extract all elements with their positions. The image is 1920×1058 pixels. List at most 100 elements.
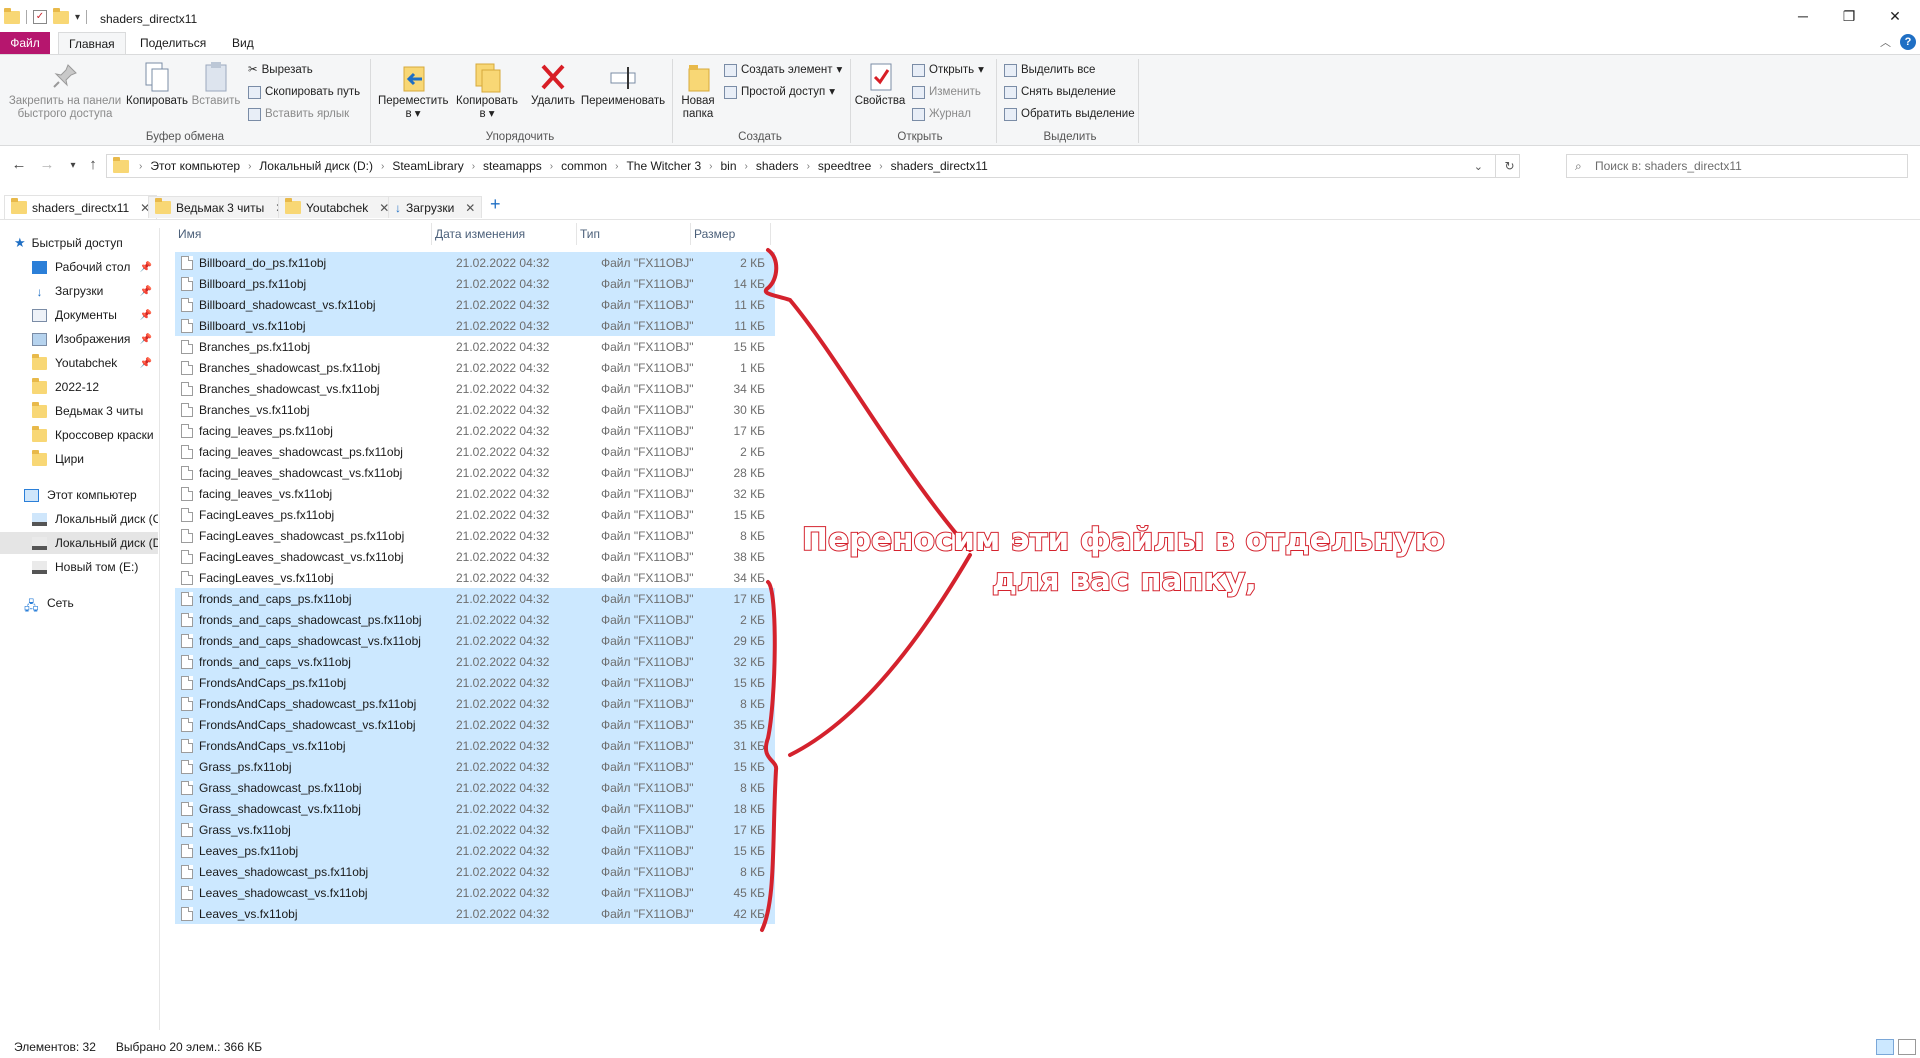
file-row[interactable]: Billboard_ps.fx11obj 21.02.2022 04:32 Файл… <box>175 273 775 294</box>
copy-to-button[interactable]: Копировать в ▾ <box>452 61 522 121</box>
details-view-icon[interactable] <box>1876 1039 1894 1055</box>
file-row[interactable]: facing_leaves_shadowcast_vs.fx11obj 21.02… <box>175 462 775 483</box>
recent-locations-button[interactable]: ▾ <box>62 160 84 171</box>
nav-drive-c[interactable]: Локальный диск (C:) <box>0 508 158 530</box>
close-button[interactable]: ✕ <box>1872 8 1918 28</box>
file-row[interactable]: FacingLeaves_shadowcast_vs.fx11obj 21.02.… <box>175 546 775 567</box>
breadcrumb-item[interactable]: Локальный диск (D:) <box>255 159 377 173</box>
file-row[interactable]: Leaves_shadowcast_vs.fx11obj 21.02.2022 0… <box>175 882 775 903</box>
tab-view[interactable]: Вид <box>222 32 264 54</box>
properties-button[interactable]: Свойства <box>852 61 908 108</box>
file-row[interactable]: FacingLeaves_ps.fx11obj 21.02.2022 04:32 Ф… <box>175 504 775 525</box>
new-item-button[interactable]: Создать элемент ▾ <box>724 61 842 79</box>
customize-qat-icon[interactable]: ▾ <box>75 12 80 23</box>
nav-network[interactable]: 🖧 Сеть <box>0 592 158 614</box>
file-row[interactable]: FrondsAndCaps_ps.fx11obj 21.02.2022 04:32… <box>175 672 775 693</box>
close-tab-icon[interactable]: ✕ <box>465 201 475 215</box>
help-icon[interactable]: ? <box>1900 34 1916 50</box>
file-row[interactable]: facing_leaves_shadowcast_ps.fx11obj 21.02… <box>175 441 775 462</box>
tab-youtabchek[interactable]: Youtabchek ✕ <box>278 196 397 218</box>
address-bar[interactable]: › Этот компьютер › Локальный диск (D:) › Stea… <box>106 154 1520 178</box>
select-none-button[interactable]: Снять выделение <box>1004 83 1116 101</box>
new-folder-button[interactable]: Новая папка <box>676 61 720 121</box>
properties-check-icon[interactable]: ✓ <box>33 10 47 24</box>
tab-home[interactable]: Главная <box>58 32 126 54</box>
invert-selection-button[interactable]: Обратить выделение <box>1004 105 1135 123</box>
file-row[interactable]: Leaves_vs.fx11obj 21.02.2022 04:32 Файл "F… <box>175 903 775 924</box>
breadcrumb-separator-icon[interactable]: › <box>546 161 557 172</box>
file-row[interactable]: fronds_and_caps_shadowcast_vs.fx11obj 21.… <box>175 630 775 651</box>
breadcrumb-separator-icon[interactable]: › <box>611 161 622 172</box>
breadcrumb-item[interactable]: common <box>557 159 611 173</box>
paste-button[interactable]: Вставить <box>188 61 244 108</box>
file-row[interactable]: Billboard_shadowcast_vs.fx11obj 21.02.202… <box>175 294 775 315</box>
nav-quick-access[interactable]: ★ Быстрый доступ <box>0 232 158 254</box>
file-row[interactable]: fronds_and_caps_shadowcast_ps.fx11obj 21.… <box>175 609 775 630</box>
breadcrumb-separator-icon[interactable]: › <box>377 161 388 172</box>
file-row[interactable]: Grass_ps.fx11obj 21.02.2022 04:32 Файл "FX… <box>175 756 775 777</box>
copy-path-button[interactable]: Скопировать путь <box>248 83 360 101</box>
breadcrumb-item[interactable]: The Witcher 3 <box>622 159 705 173</box>
history-button[interactable]: Журнал <box>912 105 971 123</box>
move-to-button[interactable]: Переместить в ▾ <box>378 61 448 121</box>
breadcrumb-separator-icon[interactable]: › <box>875 161 886 172</box>
nav-this-pc[interactable]: Этот компьютер <box>0 484 158 506</box>
paste-shortcut-button[interactable]: Вставить ярлык <box>248 105 349 123</box>
breadcrumb-item[interactable]: speedtree <box>814 159 875 173</box>
nav-ciri[interactable]: Цири <box>0 448 158 470</box>
back-button[interactable]: ← <box>8 156 30 173</box>
nav-crossover-paints[interactable]: Кроссовер краски <box>0 424 158 446</box>
minimize-button[interactable]: ─ <box>1780 8 1826 28</box>
copy-button[interactable]: Копировать <box>126 61 188 108</box>
file-row[interactable]: FrondsAndCaps_shadowcast_vs.fx11obj 21.02… <box>175 714 775 735</box>
nav-witcher-cheats[interactable]: Ведьмак 3 читы <box>0 400 158 422</box>
column-date[interactable]: Дата изменения <box>432 223 577 245</box>
file-row[interactable]: FacingLeaves_shadowcast_ps.fx11obj 21.02.… <box>175 525 775 546</box>
tab-witcher-cheats[interactable]: Ведьмак 3 читы ✕ <box>148 196 293 218</box>
file-row[interactable]: Branches_shadowcast_vs.fx11obj 21.02.2022… <box>175 378 775 399</box>
breadcrumb-separator-icon[interactable]: › <box>244 161 255 172</box>
nav-downloads[interactable]: ↓ Загрузки 📌 <box>0 280 158 302</box>
address-dropdown-icon[interactable]: ⌄ <box>1474 160 1483 173</box>
file-row[interactable]: Billboard_vs.fx11obj 21.02.2022 04:32 Файл… <box>175 315 775 336</box>
file-row[interactable]: Branches_vs.fx11obj 21.02.2022 04:32 Файл … <box>175 399 775 420</box>
column-name[interactable]: Имя <box>175 223 432 245</box>
breadcrumb-separator-icon[interactable]: › <box>803 161 814 172</box>
delete-button[interactable]: Удалить <box>528 61 578 108</box>
breadcrumb-item[interactable]: steamapps <box>479 159 546 173</box>
breadcrumb-item[interactable]: Этот компьютер <box>146 159 244 173</box>
file-row[interactable]: Grass_vs.fx11obj 21.02.2022 04:32 Файл "FX… <box>175 819 775 840</box>
restore-button[interactable]: ❐ <box>1826 8 1872 28</box>
large-icons-view-icon[interactable] <box>1898 1039 1916 1055</box>
open-button[interactable]: Открыть ▾ <box>912 61 984 79</box>
file-row[interactable]: Leaves_shadowcast_ps.fx11obj 21.02.2022 0… <box>175 861 775 882</box>
nav-documents[interactable]: Документы 📌 <box>0 304 158 326</box>
file-row[interactable]: FrondsAndCaps_shadowcast_ps.fx11obj 21.02… <box>175 693 775 714</box>
nav-2022-12[interactable]: 2022-12 <box>0 376 158 398</box>
select-all-button[interactable]: Выделить все <box>1004 61 1095 79</box>
file-row[interactable]: Branches_shadowcast_ps.fx11obj 21.02.2022… <box>175 357 775 378</box>
breadcrumb-item[interactable]: shaders_directx11 <box>887 159 992 173</box>
nav-pictures[interactable]: Изображения 📌 <box>0 328 158 350</box>
breadcrumb-separator-icon[interactable]: › <box>741 161 752 172</box>
file-row[interactable]: Grass_shadowcast_ps.fx11obj 21.02.2022 04… <box>175 777 775 798</box>
file-row[interactable]: fronds_and_caps_ps.fx11obj 21.02.2022 04:… <box>175 588 775 609</box>
breadcrumb-item[interactable]: SteamLibrary <box>388 159 467 173</box>
easy-access-button[interactable]: Простой доступ ▾ <box>724 83 835 101</box>
tab-file[interactable]: Файл <box>0 32 50 54</box>
new-folder-icon[interactable] <box>53 7 69 24</box>
breadcrumb-separator-icon[interactable]: › <box>705 161 716 172</box>
tab-share[interactable]: Поделиться <box>130 32 216 54</box>
rename-button[interactable]: Переименовать <box>578 61 668 108</box>
collapse-ribbon-icon[interactable]: ︿ <box>1880 34 1891 50</box>
tab-downloads[interactable]: ↓ Загрузки ✕ <box>388 196 483 218</box>
file-row[interactable]: FacingLeaves_vs.fx11obj 21.02.2022 04:32 Ф… <box>175 567 775 588</box>
nav-drive-e[interactable]: Новый том (E:) <box>0 556 158 578</box>
up-button[interactable]: ↑ <box>82 156 104 173</box>
file-row[interactable]: facing_leaves_vs.fx11obj 21.02.2022 04:32… <box>175 483 775 504</box>
tab-shaders-directx11[interactable]: shaders_directx11 ✕ <box>4 195 158 219</box>
cut-button[interactable]: ✂ Вырезать <box>248 61 313 79</box>
column-type[interactable]: Тип <box>577 223 691 245</box>
nav-drive-d[interactable]: Локальный диск (D:) <box>0 532 158 554</box>
file-row[interactable]: fronds_and_caps_vs.fx11obj 21.02.2022 04:… <box>175 651 775 672</box>
